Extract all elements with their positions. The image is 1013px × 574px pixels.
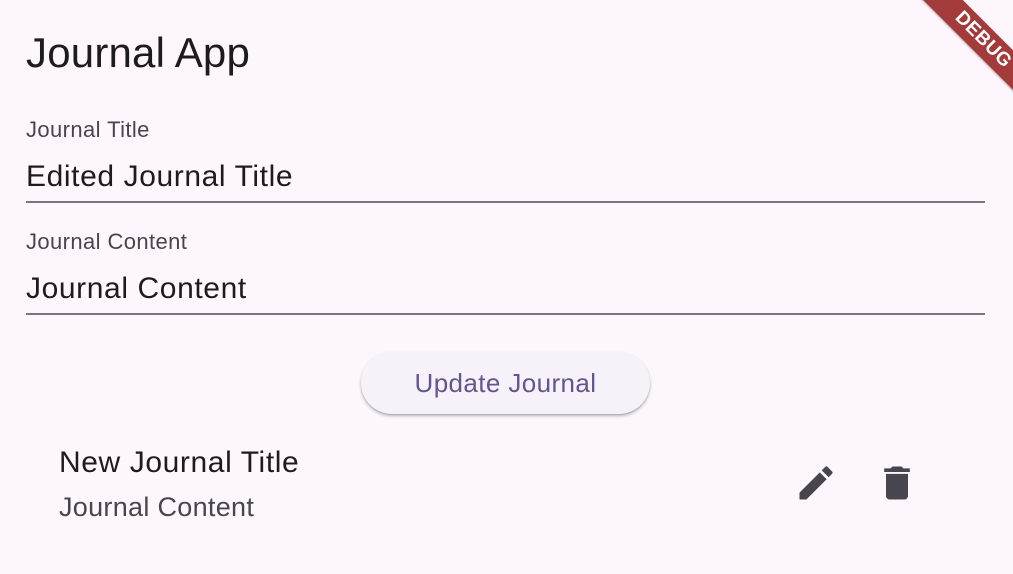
journal-item-title: New Journal Title [59, 446, 300, 479]
debug-banner: DEBUG [903, 0, 1013, 110]
delete-journal-button[interactable] [867, 453, 927, 513]
journal-item-content: Journal Content [59, 492, 255, 522]
journal-title-input[interactable] [26, 153, 985, 203]
update-journal-button[interactable]: Update Journal [361, 352, 650, 414]
list-item: New Journal Title Journal Content [0, 436, 1013, 536]
journal-content-field: Journal Content [26, 228, 985, 315]
edit-journal-button[interactable] [786, 453, 846, 513]
trash-icon [884, 466, 910, 500]
journal-title-label: Journal Title [26, 117, 150, 142]
pencil-icon [799, 466, 833, 500]
debug-banner-label: DEBUG [916, 0, 1013, 107]
journal-content-input[interactable] [26, 265, 985, 315]
journal-content-label: Journal Content [26, 229, 188, 254]
page-title: Journal App [26, 29, 251, 76]
journal-title-field: Journal Title [26, 116, 985, 203]
